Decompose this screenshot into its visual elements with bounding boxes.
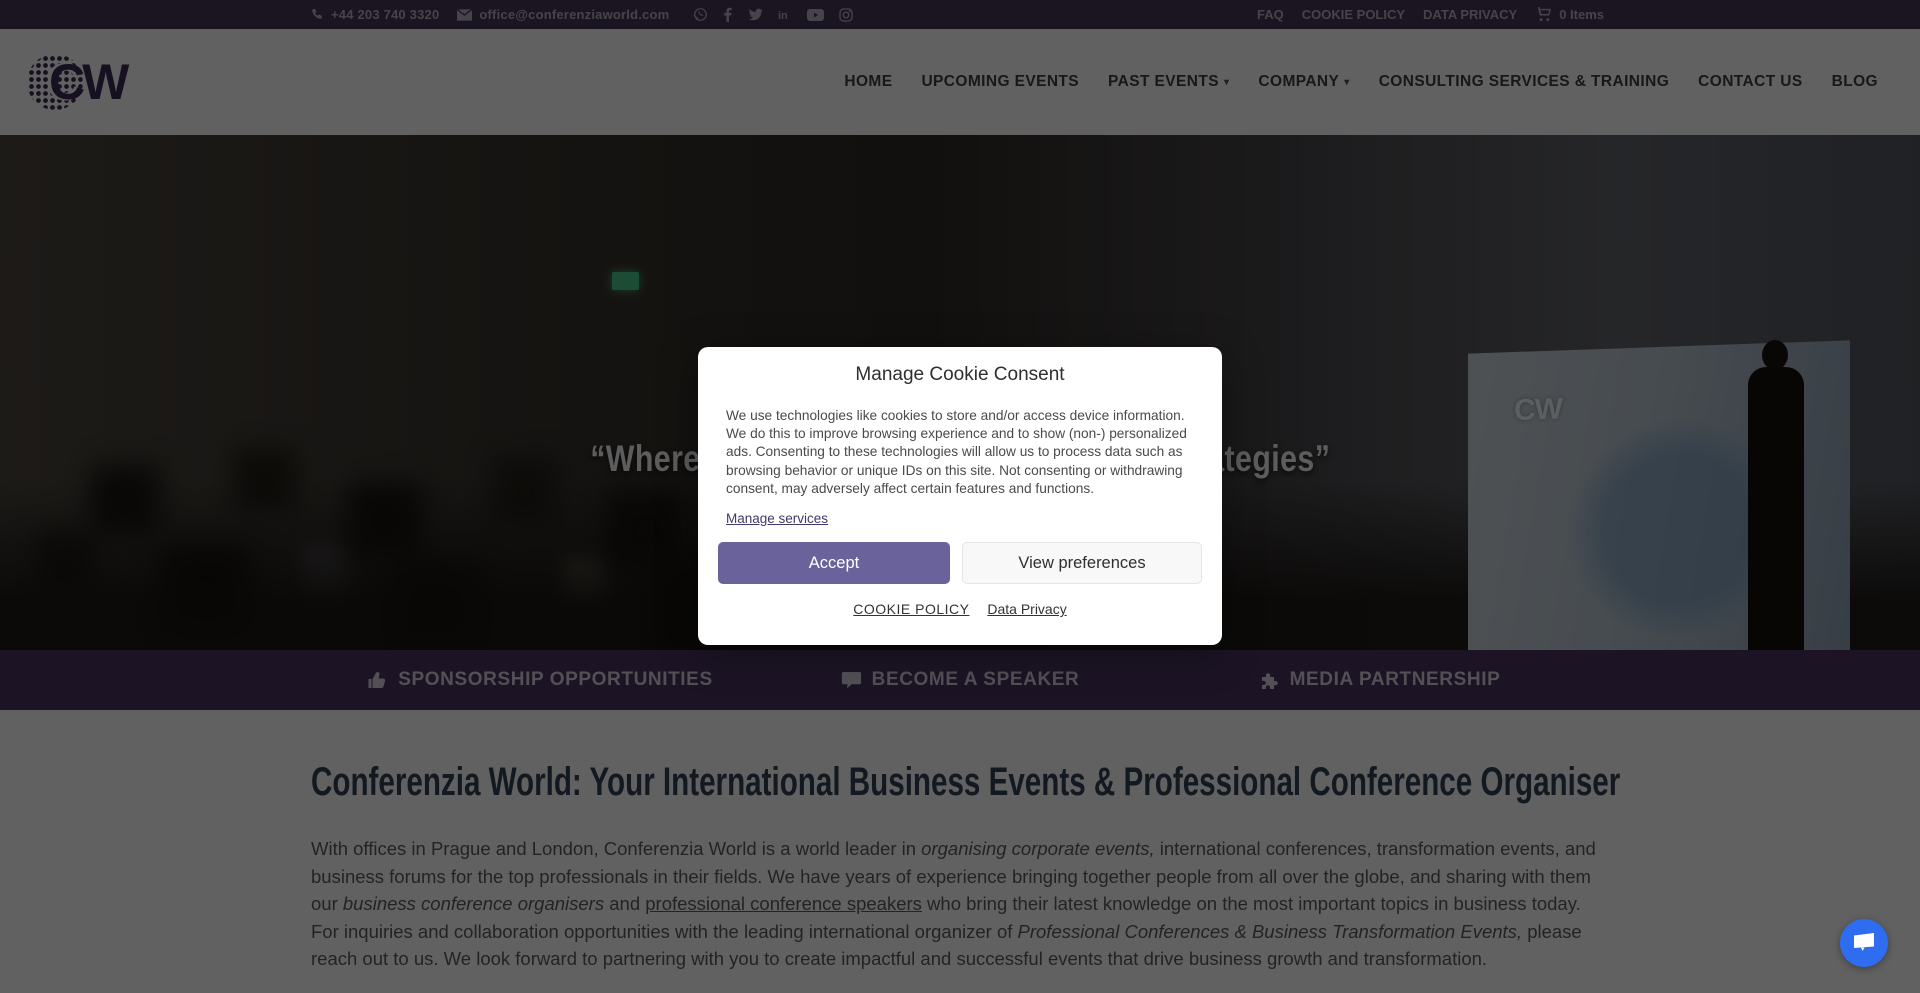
view-preferences-button[interactable]: View preferences bbox=[962, 542, 1202, 584]
chat-bubble-icon bbox=[1851, 929, 1877, 958]
chat-widget-button[interactable] bbox=[1840, 919, 1888, 967]
cookie-dialog-buttons: Accept View preferences bbox=[718, 542, 1202, 584]
cookie-consent-dialog: Manage Cookie Consent We use technologie… bbox=[698, 347, 1222, 645]
cookie-dialog-title: Manage Cookie Consent bbox=[698, 364, 1222, 386]
page: +44 203 740 3320 office@conferenziaworld… bbox=[0, 0, 1920, 993]
accept-button[interactable]: Accept bbox=[718, 542, 950, 584]
manage-services-link[interactable]: Manage services bbox=[726, 511, 828, 526]
data-privacy-link[interactable]: Data Privacy bbox=[987, 601, 1066, 617]
cookie-policy-link[interactable]: COOKIE POLICY bbox=[853, 601, 969, 617]
cookie-dialog-body: We use technologies like cookies to stor… bbox=[726, 407, 1194, 498]
cookie-dialog-links: COOKIE POLICY Data Privacy bbox=[698, 601, 1222, 617]
